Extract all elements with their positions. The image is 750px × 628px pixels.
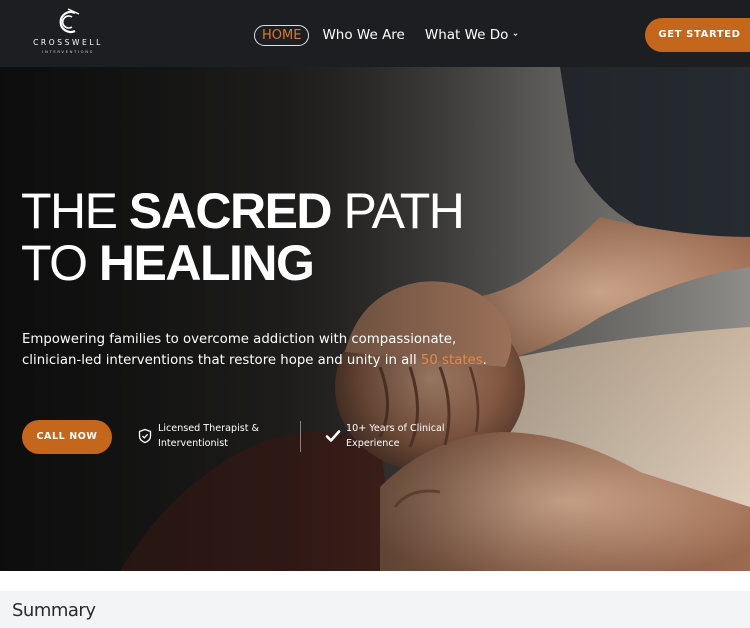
checkmark-icon [325, 430, 341, 442]
summary-section: Summary [0, 571, 750, 628]
nav-item-who-we-are[interactable]: Who We Are [322, 25, 404, 46]
hero-title-part: THE [21, 183, 129, 239]
badge-licensed: Licensed Therapist & Interventionist [137, 421, 268, 451]
chevron-down-icon [513, 33, 518, 36]
hero-title-part: PATH [331, 183, 464, 239]
logo-subtitle: INTERVENTIONS [42, 49, 94, 54]
badge-experience: 10+ Years of Clinical Experience [325, 421, 456, 451]
shield-check-icon [138, 428, 152, 444]
hero-title-part: TO [21, 235, 99, 291]
get-started-button[interactable]: GET STARTED [645, 18, 750, 52]
hero-description-end: . [482, 353, 487, 368]
hero-title: THE SACRED PATH TO HEALING [21, 183, 465, 291]
hero-section: THE SACRED PATH TO HEALING Empowering fa… [0, 67, 750, 571]
nav-item-home[interactable]: HOME [254, 25, 310, 46]
site-header: CROSSWELL INTERVENTIONS HOME Who We Are … [0, 0, 750, 67]
call-now-button[interactable]: CALL NOW [22, 420, 112, 454]
logo-name: CROSSWELL [33, 38, 103, 47]
logo[interactable]: CROSSWELL INTERVENTIONS [26, 8, 110, 56]
hero-title-part: HEALING [98, 235, 315, 291]
badge-text: 10+ Years of Clinical Experience [346, 423, 445, 449]
main-nav: HOME Who We Are What We Do [254, 25, 518, 46]
hero-title-part: SACRED [128, 183, 333, 239]
nav-item-label: What We Do [424, 27, 509, 43]
summary-panel: Summary [0, 591, 750, 628]
badge-divider [300, 421, 301, 452]
hero-description: Empowering families to overcome addictio… [22, 329, 492, 371]
hero-overlay [0, 67, 750, 571]
nav-item-label: Who We Are [322, 27, 405, 43]
hero-description-text: Empowering families to overcome addictio… [22, 332, 457, 368]
badge-text: Licensed Therapist & Interventionist [158, 423, 260, 449]
summary-title: Summary [12, 600, 96, 621]
nav-item-what-we-do[interactable]: What We Do [425, 25, 519, 46]
crosswell-logo-icon [59, 8, 80, 34]
hero-description-highlight: 50 states [420, 353, 483, 368]
